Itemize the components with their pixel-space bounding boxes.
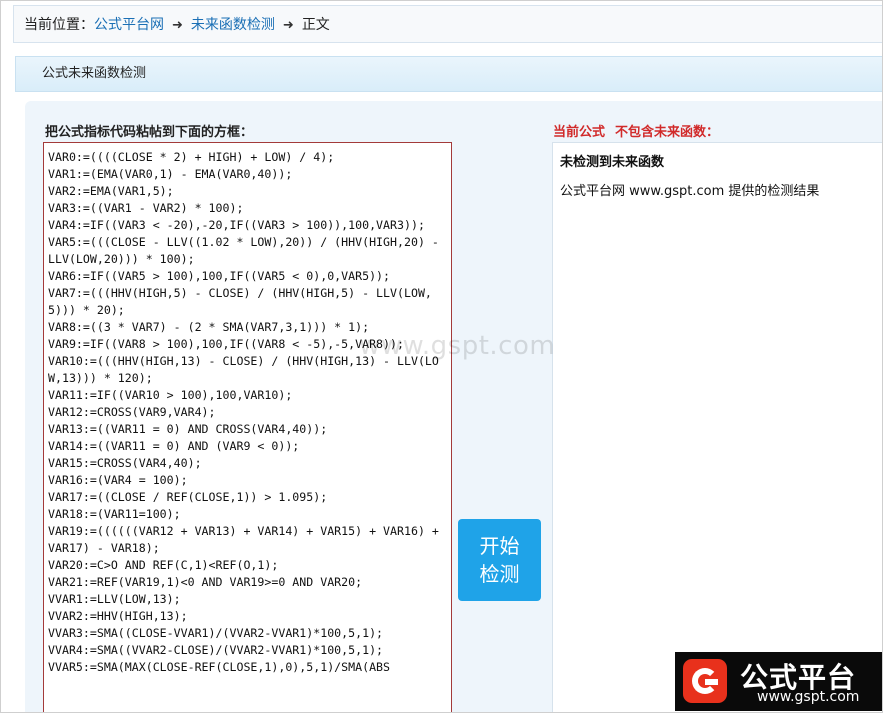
code-line: VVAR2:=HHV(HIGH,13); xyxy=(48,609,188,623)
section-title: 公式未来函数检测 xyxy=(15,56,882,92)
code-line: VAR21:=REF(VAR19,1)<0 AND VAR19>=0 AND V… xyxy=(48,575,363,589)
code-line: VVAR3:=SMA((CLOSE-VVAR1)/(VVAR2-VVAR1)*1… xyxy=(48,626,384,640)
code-line: VAR5:=(((CLOSE - LLV((1.02 * LOW),20)) /… xyxy=(48,235,446,266)
code-line: VAR1:=(EMA(VAR0,1) - EMA(VAR0,40)); xyxy=(48,167,293,181)
code-line: VAR8:=((3 * VAR7) - (2 * SMA(VAR7,3,1)))… xyxy=(48,320,370,334)
code-line: VAR4:=IF((VAR3 < -20),-20,IF((VAR3 > 100… xyxy=(48,218,425,232)
code-line: VAR9:=IF((VAR8 > 100),100,IF((VAR8 < -5)… xyxy=(48,337,404,351)
code-line: VAR16:=(VAR4 = 100); xyxy=(48,473,188,487)
breadcrumb-label: 当前位置： xyxy=(24,17,94,33)
code-line: VAR13:=((VAR11 = 0) AND CROSS(VAR4,40)); xyxy=(48,422,328,436)
code-line: VAR3:=((VAR1 - VAR2) * 100); xyxy=(48,201,244,215)
site-logo[interactable]: 公式平台 www.gspt.com xyxy=(675,652,882,711)
start-check-button-line2: 检测 xyxy=(479,562,520,586)
breadcrumb-arrow-icon: ➜ xyxy=(282,18,294,33)
code-line: VVAR1:=LLV(LOW,13); xyxy=(48,592,181,606)
code-line: VAR18:=(VAR11=100); xyxy=(48,507,181,521)
code-line: VAR15:=CROSS(VAR4,40); xyxy=(48,456,202,470)
code-line: VVAR4:=SMA((VVAR2-CLOSE)/(VVAR2-VVAR1)*1… xyxy=(48,643,384,657)
code-line: VAR19:=((((((VAR12 + VAR13) + VAR14) + V… xyxy=(48,524,446,555)
code-line: VAR20:=C>O AND REF(C,1)<REF(O,1); xyxy=(48,558,279,572)
start-check-button[interactable]: 开始 检测 xyxy=(458,519,541,601)
breadcrumb-detector-link[interactable]: 未来函数检测 xyxy=(191,17,275,33)
result-text: 公式平台网 www.gspt.com 提供的检测结果 xyxy=(560,184,820,199)
code-line: VAR14:=((VAR11 = 0) AND (VAR9 < 0)); xyxy=(48,439,300,453)
result-label: 当前公式 不包含未来函数： xyxy=(553,121,719,140)
code-line: VAR17:=((CLOSE / REF(CLOSE,1)) > 1.095); xyxy=(48,490,328,504)
code-line: VVAR5:=SMA(MAX(CLOSE-REF(CLOSE,1),0),5,1… xyxy=(48,660,391,674)
code-line: VAR11:=IF((VAR10 > 100),100,VAR10); xyxy=(48,388,293,402)
code-line: VAR7:=(((HHV(HIGH,5) - CLOSE) / (HHV(HIG… xyxy=(48,286,432,317)
page-frame: 当前位置：公式平台网 ➜ 未来函数检测 ➜ 正文 公式未来函数检测 把公式指标代码粘帖到… xyxy=(0,0,883,713)
breadcrumb-current: 正文 xyxy=(301,17,330,33)
result-label-status: 不包含未来函数： xyxy=(615,125,720,140)
logo-url: www.gspt.com xyxy=(757,689,860,705)
start-check-button-line1: 开始 xyxy=(479,534,520,558)
code-line: VAR2:=EMA(VAR1,5); xyxy=(48,184,174,198)
result-title: 未检测到未来函数 xyxy=(560,155,665,170)
breadcrumb-arrow-icon: ➜ xyxy=(172,18,183,33)
code-line: VAR6:=IF((VAR5 > 100),100,IF((VAR5 < 0),… xyxy=(48,269,391,283)
code-line: VAR0:=((((CLOSE * 2) + HIGH) + LOW) / 4)… xyxy=(48,150,335,164)
editor-label: 把公式指标代码粘帖到下面的方框： xyxy=(45,125,254,140)
code-line: VAR12:=CROSS(VAR9,VAR4); xyxy=(48,405,216,419)
logo-mark-icon xyxy=(683,659,727,703)
result-panel: 未检测到未来函数 公式平台网 www.gspt.com 提供的检测结果 xyxy=(552,142,882,712)
formula-code-textarea[interactable]: VAR0:=((((CLOSE * 2) + HIGH) + LOW) / 4)… xyxy=(43,142,452,712)
code-line: VAR10:=(((HHV(HIGH,13) - CLOSE) / (HHV(H… xyxy=(48,354,439,385)
breadcrumb: 当前位置：公式平台网 ➜ 未来函数检测 ➜ 正文 xyxy=(13,5,882,43)
breadcrumb-home-link[interactable]: 公式平台网 xyxy=(94,17,164,33)
result-label-formula: 当前公式 xyxy=(553,125,606,140)
